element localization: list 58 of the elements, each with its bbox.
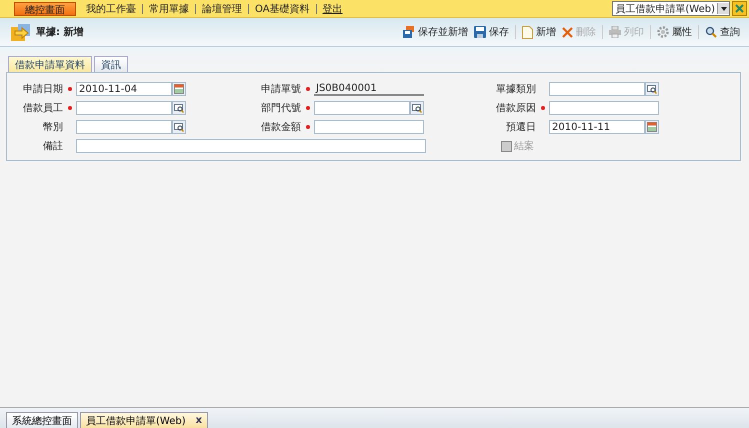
input-field[interactable]: 2010-11-11 bbox=[549, 120, 645, 134]
caret-icon bbox=[720, 6, 726, 10]
gear-icon bbox=[657, 26, 669, 38]
home-button[interactable]: 總控畫面 bbox=[14, 2, 76, 16]
toolbar-button[interactable]: 新增 bbox=[515, 25, 559, 39]
field-label: 部門代號 bbox=[186, 101, 314, 115]
lookup-button[interactable] bbox=[410, 101, 424, 115]
close-tab-button[interactable]: x bbox=[196, 415, 202, 426]
folder-arrow-icon bbox=[10, 21, 32, 43]
field-label: 借款原因 bbox=[424, 101, 549, 115]
calendar-button[interactable] bbox=[172, 82, 186, 96]
input-field[interactable] bbox=[76, 120, 172, 134]
input-field[interactable]: JS0B040001 bbox=[314, 82, 424, 96]
field-label: 申請單號 bbox=[186, 82, 314, 96]
close-button[interactable] bbox=[732, 1, 747, 16]
page-title: 單據: 新增 bbox=[36, 25, 84, 39]
close-icon bbox=[735, 4, 744, 13]
input-field[interactable] bbox=[314, 120, 424, 134]
nav-link[interactable]: 論壇管理 bbox=[202, 2, 242, 16]
lookup-button[interactable] bbox=[172, 120, 186, 134]
magnifier-icon bbox=[412, 103, 422, 113]
window-tab[interactable]: 員工借款申請單(Web) x bbox=[80, 412, 208, 428]
search-icon bbox=[705, 26, 717, 38]
calendar-icon bbox=[174, 84, 184, 94]
magnifier-icon bbox=[174, 103, 184, 113]
document-icon bbox=[522, 26, 533, 38]
input-field[interactable] bbox=[76, 101, 172, 115]
calendar-button[interactable] bbox=[645, 120, 659, 134]
toolbar-button[interactable]: 保存 bbox=[471, 25, 512, 39]
nav-link[interactable]: 登出 bbox=[322, 2, 343, 16]
input-field[interactable] bbox=[549, 101, 659, 115]
magnifier-icon bbox=[647, 84, 657, 94]
tab[interactable]: 借款申請單資料 bbox=[8, 56, 92, 72]
cross-icon bbox=[562, 26, 573, 38]
toolbar-button[interactable]: 屬性 bbox=[650, 25, 695, 39]
save-icon bbox=[403, 26, 415, 38]
window-select[interactable]: 員工借款申請單(Web) bbox=[612, 1, 730, 16]
input-field[interactable] bbox=[76, 139, 426, 153]
printer-icon bbox=[609, 26, 621, 38]
input-field[interactable]: 2010-11-04 bbox=[76, 82, 172, 96]
tab[interactable]: 資訊 bbox=[94, 56, 128, 72]
toolbar-button[interactable]: 保存並新增 bbox=[400, 25, 471, 39]
checkbox-label: 結案 bbox=[514, 140, 534, 153]
toolbar-button[interactable]: 查詢 bbox=[698, 25, 743, 39]
magnifier-icon bbox=[174, 122, 184, 132]
nav-link[interactable]: 常用單據 bbox=[149, 2, 189, 16]
save-icon bbox=[474, 26, 486, 38]
input-field[interactable] bbox=[314, 101, 410, 115]
field-label: 借款員工 bbox=[7, 101, 76, 115]
lookup-button[interactable] bbox=[172, 101, 186, 115]
nav-link[interactable]: 我的工作臺 bbox=[86, 2, 136, 16]
calendar-icon bbox=[647, 122, 657, 132]
nav-link[interactable]: OA基礎資料 bbox=[255, 2, 310, 16]
lookup-button[interactable] bbox=[645, 82, 659, 96]
input-field[interactable] bbox=[549, 82, 645, 96]
field-label: 借款金額 bbox=[186, 120, 314, 134]
field-label: 申請日期 bbox=[7, 82, 76, 96]
window-tab[interactable]: 系統總控畫面 bbox=[6, 412, 78, 428]
